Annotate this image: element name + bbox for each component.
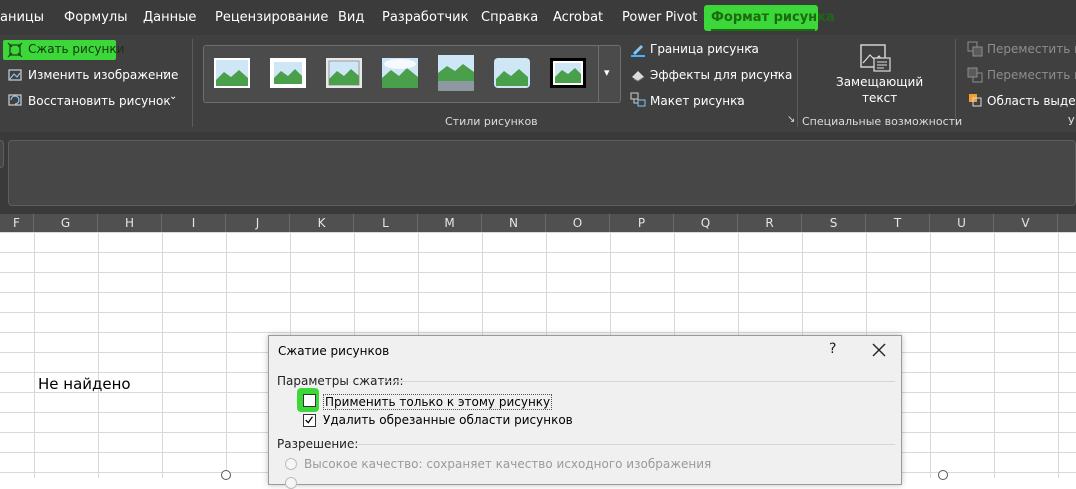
apply-only-label[interactable]: Применить только к этому рисунку (323, 394, 553, 410)
compress-pictures-icon (7, 42, 23, 58)
bring-forward-button[interactable]: Переместить впе (987, 42, 1076, 56)
picture-border-icon (631, 45, 645, 57)
chevron-down-icon[interactable]: ⌄ (746, 40, 754, 51)
active-tab-underline (711, 29, 815, 31)
ribbon-tab-bar: аницы Формулы Данные Рецензирование Вид … (0, 0, 1076, 35)
column-header[interactable]: L (354, 214, 418, 232)
cell-value[interactable]: Не найдено (38, 375, 131, 393)
column-header[interactable]: N (482, 214, 546, 232)
picture-style-thumbnail[interactable] (214, 58, 250, 88)
picture-layout-button[interactable]: Макет рисунка (650, 94, 745, 108)
group-separator (955, 39, 956, 127)
tab-view[interactable]: Вид (338, 0, 364, 35)
tab-power-pivot[interactable]: Power Pivot (622, 0, 697, 35)
resolution-high-label[interactable]: Высокое качество: сохраняет качество исх… (304, 457, 711, 471)
picture-style-thumbnail[interactable] (494, 58, 530, 88)
formula-input[interactable] (8, 140, 1076, 206)
column-header[interactable]: O (546, 214, 610, 232)
checkmark-icon (305, 416, 313, 424)
chevron-down-icon[interactable]: ⌄ (735, 92, 743, 103)
bring-forward-icon (967, 41, 983, 57)
column-header[interactable]: H (98, 214, 162, 232)
reset-picture-icon (8, 94, 22, 106)
selection-pane-button[interactable]: Область выделе (987, 94, 1076, 108)
column-headers: F G H I J K L M N O P Q R S T U V (0, 214, 1076, 232)
tab-page-layout[interactable]: аницы (0, 0, 44, 35)
tab-data[interactable]: Данные (143, 0, 196, 35)
dialog-title: Сжатие рисунков (278, 344, 390, 358)
picture-style-thumbnail[interactable] (550, 58, 586, 88)
column-header[interactable]: R (738, 214, 802, 232)
send-backward-button[interactable]: Переместить на (987, 68, 1076, 82)
chevron-down-icon[interactable]: ⌄ (772, 66, 780, 77)
group-separator (797, 39, 798, 127)
column-header[interactable]: U (930, 214, 994, 232)
ribbon: Сжать рисунки Изменить изображение ⌄ Вос… (0, 35, 1076, 132)
delete-cropped-checkbox[interactable] (303, 414, 316, 427)
name-box-edge (0, 140, 4, 168)
section-divider (349, 444, 895, 445)
chevron-down-icon: ▾ (604, 66, 610, 79)
picture-style-thumbnail[interactable] (270, 58, 306, 88)
resolution-option-radio[interactable] (285, 477, 297, 489)
resolution-heading: Разрешение: (277, 437, 359, 451)
picture-border-button[interactable]: Граница рисунка (650, 42, 759, 56)
change-picture-chevron-down-icon[interactable]: ⌄ (161, 66, 169, 77)
help-button[interactable]: ? (829, 341, 836, 357)
column-header[interactable]: I (162, 214, 226, 232)
group-separator (192, 39, 193, 127)
tab-formulas[interactable]: Формулы (64, 0, 127, 35)
alt-text-button-line2[interactable]: текст (862, 91, 897, 105)
dialog-launcher-icon[interactable]: ↘ (787, 114, 795, 125)
tab-developer[interactable]: Разработчик (382, 0, 468, 35)
group-label-picture-styles: Стили рисунков (445, 115, 538, 128)
reset-picture-button[interactable]: Восстановить рисунок (28, 94, 171, 108)
tab-review[interactable]: Рецензирование (215, 0, 328, 35)
section-divider (381, 381, 895, 382)
picture-style-thumbnail[interactable] (382, 58, 418, 88)
column-header[interactable]: K (290, 214, 354, 232)
selection-pane-icon (969, 94, 982, 107)
group-label-arrange: У (1068, 115, 1075, 128)
tab-help[interactable]: Справка (481, 0, 538, 35)
column-header[interactable]: P (610, 214, 674, 232)
column-header[interactable]: S (802, 214, 866, 232)
column-header[interactable]: J (226, 214, 290, 232)
alt-text-icon (860, 44, 891, 72)
picture-styles-gallery[interactable]: ▾ (203, 45, 621, 103)
formula-bar-area (0, 132, 1076, 214)
picture-style-thumbnail[interactable] (326, 58, 362, 88)
change-picture-icon (8, 69, 22, 81)
change-picture-button[interactable]: Изменить изображение (28, 68, 178, 82)
gallery-more-button[interactable]: ▾ (598, 46, 621, 102)
delete-cropped-label[interactable]: Удалить обрезанные области рисунков (323, 413, 573, 427)
compress-pictures-button[interactable]: Сжать рисунки (28, 42, 124, 56)
apply-only-checkbox[interactable] (303, 394, 316, 407)
resolution-high-radio[interactable] (285, 458, 297, 470)
tab-acrobat[interactable]: Acrobat (553, 0, 603, 35)
column-header[interactable]: F (0, 214, 34, 232)
column-header[interactable]: T (866, 214, 930, 232)
close-icon[interactable] (869, 340, 889, 360)
group-label-accessibility: Специальные возможности (802, 115, 963, 128)
column-header[interactable]: V (994, 214, 1058, 232)
reset-picture-chevron-down-icon[interactable]: ⌄ (169, 91, 177, 102)
picture-resize-handle[interactable] (938, 470, 948, 480)
picture-effects-icon (632, 71, 645, 82)
picture-style-thumbnail[interactable] (438, 55, 474, 91)
column-header[interactable]: M (418, 214, 482, 232)
send-backward-icon (967, 67, 983, 83)
column-header[interactable]: G (34, 214, 98, 232)
picture-layout-icon (630, 92, 646, 107)
alt-text-button-line1[interactable]: Замещающий (836, 75, 923, 89)
picture-resize-handle[interactable] (221, 470, 231, 480)
column-header[interactable]: Q (674, 214, 738, 232)
compress-pictures-dialog: Сжатие рисунков ? Параметры сжатия: Прим… (268, 335, 902, 489)
